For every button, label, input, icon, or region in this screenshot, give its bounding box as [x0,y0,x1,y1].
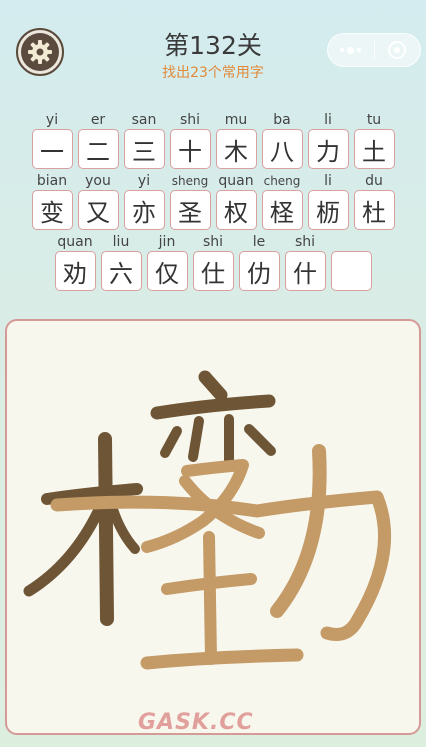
answer-tile[interactable]: 什 [284,251,326,291]
answer-cell: sheng 圣 [169,172,211,230]
pinyin-label: mu [224,112,248,128]
answer-cell: du 杜 [353,172,395,230]
answer-tile[interactable]: 又 [77,190,119,230]
pinyin-label: du [365,173,383,189]
answer-row-3: quan 劝 liu 六 jin 仅 shi 仕 le 仂 shi 什 [0,233,426,291]
answer-tile[interactable]: 仂 [238,251,280,291]
pinyin-label: li [324,112,332,128]
answer-row-1: yi 一 er 二 san 三 shi 十 mu 木 ba 八 li 力 tu 土 [0,111,426,169]
stroke-tu-vertical [203,531,217,665]
answer-tile[interactable]: 木 [215,129,257,169]
empty-answer-slot[interactable] [330,251,372,291]
stroke-tu-bottom-horizontal [140,648,304,670]
stroke-mu-left-fall [23,495,109,597]
answer-cell: li 枥 [307,172,349,230]
answer-cell: shi 什 [284,233,326,291]
answer-cell: you 又 [77,172,119,230]
answer-tile[interactable]: 仕 [192,251,234,291]
answer-cell: quan 劝 [54,233,96,291]
pinyin-label: yi [137,173,151,189]
watermark-logo: GASK.CC [138,710,254,735]
answer-tile[interactable]: 三 [123,129,165,169]
stroke-yi-right-dot [244,424,276,456]
answer-cell: tu 土 [353,111,395,169]
puzzle-character-strokes [23,370,392,670]
pinyin-label: san [131,112,157,128]
puzzle-board[interactable] [5,319,421,735]
pinyin-label: yi [45,112,59,128]
answer-tile[interactable]: 六 [100,251,142,291]
stroke-mu-right-fall [106,498,140,554]
pinyin-label: cheng [263,174,301,188]
pinyin-label: sheng [171,174,209,188]
answer-cell: liu 六 [100,233,142,291]
answer-cell [330,233,372,291]
answer-cell: cheng 柽 [261,172,303,230]
pinyin-label: you [85,173,111,189]
answer-tile[interactable]: 一 [31,129,73,169]
answer-tile[interactable]: 仅 [146,251,188,291]
stroke-yi-horizontal [150,394,276,420]
answer-cell: san 三 [123,111,165,169]
answer-cell: le 仂 [238,233,280,291]
answer-cell: yi 亦 [123,172,165,230]
answer-cell: li 力 [307,111,349,169]
mini-program-capsule [327,33,421,67]
answer-tile[interactable]: 亦 [123,190,165,230]
answer-cell: er 二 [77,111,119,169]
answer-tile[interactable]: 圣 [169,190,211,230]
pinyin-label: quan [57,234,93,250]
answer-cell: yi 一 [31,111,73,169]
answer-tile[interactable]: 力 [307,129,349,169]
answer-tile[interactable]: 权 [215,190,257,230]
stroke-mu-vertical [98,432,114,626]
answer-cell: mu 木 [215,111,257,169]
pinyin-label: bian [36,173,68,189]
pinyin-label: shi [294,234,316,250]
stroke-li-fall [270,444,327,618]
stroke-yi-dot [198,370,228,402]
stroke-yi-left-vertical [188,416,204,462]
answer-cell: jin 仅 [146,233,188,291]
answer-tile[interactable]: 十 [169,129,211,169]
answer-tile[interactable]: 杜 [353,190,395,230]
answer-tile[interactable]: 土 [353,129,395,169]
close-circle-icon[interactable] [374,41,420,59]
pinyin-label: tu [366,112,382,128]
pinyin-label: jin [158,234,176,250]
answer-tile[interactable]: 劝 [54,251,96,291]
answer-tile[interactable]: 八 [261,129,303,169]
pinyin-label: shi [179,112,201,128]
answer-cell: shi 仕 [192,233,234,291]
stroke-yi-left-dot [160,426,182,458]
answer-tile[interactable]: 变 [31,190,73,230]
more-dots-icon[interactable] [328,46,374,54]
pinyin-label: er [90,112,106,128]
answer-cell: bian 变 [31,172,73,230]
answer-cell: shi 十 [169,111,211,169]
answer-tile[interactable]: 二 [77,129,119,169]
pinyin-label: shi [202,234,224,250]
answer-tile[interactable]: 柽 [261,190,303,230]
answer-row-2: bian 变 you 又 yi 亦 sheng 圣 quan 权 cheng 柽 li 枥 du 杜 [0,172,426,230]
answer-cell: quan 权 [215,172,257,230]
answer-cell: ba 八 [261,111,303,169]
pinyin-label: quan [218,173,254,189]
pinyin-label: li [324,173,332,189]
pinyin-label: ba [273,112,291,128]
answer-tile[interactable]: 枥 [307,190,349,230]
pinyin-label: liu [112,234,130,250]
pinyin-label: le [252,234,266,250]
